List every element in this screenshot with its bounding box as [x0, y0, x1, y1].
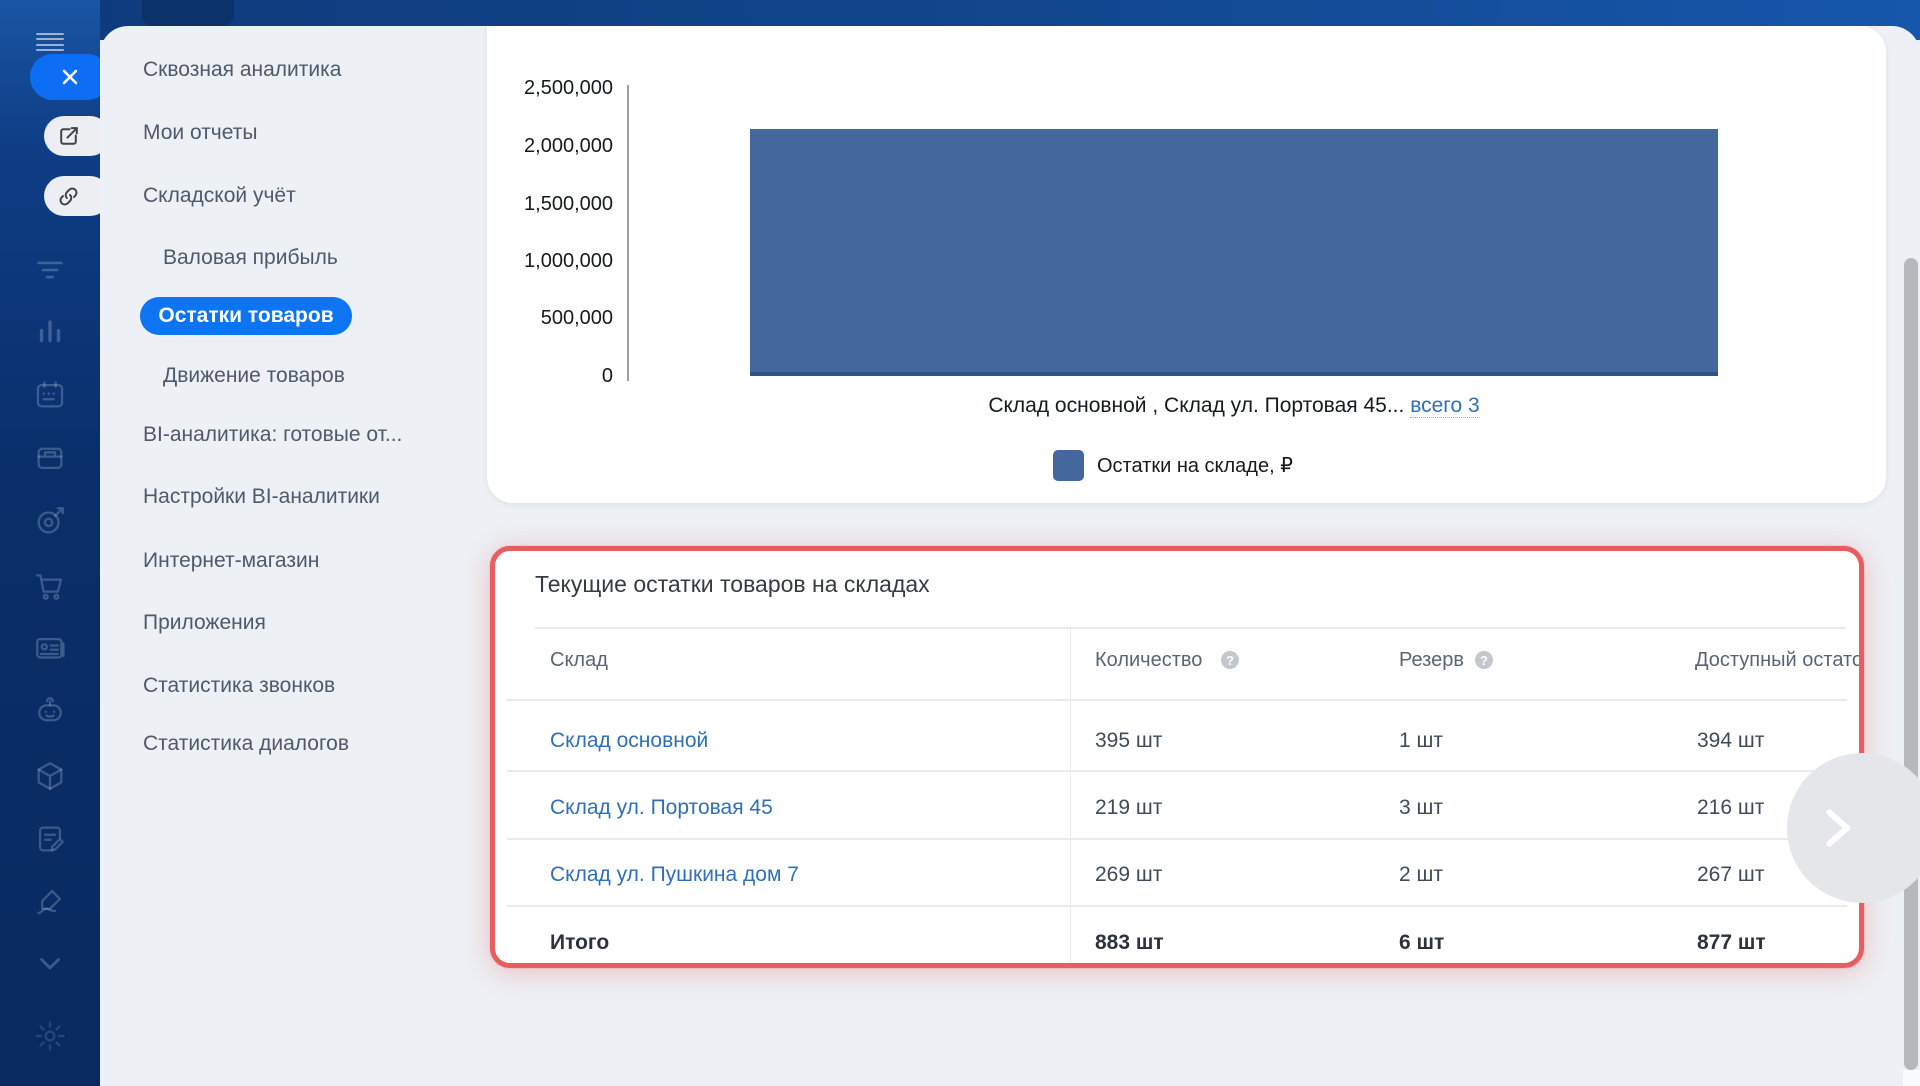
available-portovaya: 216 шт: [1697, 794, 1764, 821]
x-axis-category-label: Склад основной , Склад ул. Портовая 45..…: [750, 394, 1718, 418]
document-edit-icon: [33, 822, 67, 856]
chevron-down-icon: [33, 946, 67, 980]
legend-label: Остатки на складе, ₽: [1097, 453, 1293, 478]
y-tick-2500000: 2,500,000: [497, 75, 613, 101]
sidebar-item-sign[interactable]: [33, 884, 67, 918]
storefront-icon: [33, 441, 67, 475]
reserve-main: 1 шт: [1399, 727, 1443, 754]
available-pushkina: 267 шт: [1697, 861, 1764, 888]
warehouse-link-portovaya[interactable]: Склад ул. Портовая 45: [550, 794, 773, 821]
close-icon: [58, 65, 82, 89]
row-divider: [507, 838, 1847, 840]
legend-swatch: [1053, 450, 1084, 481]
stock-chart-card: 2,500,000 2,000,000 1,500,000 1,000,000 …: [487, 26, 1886, 503]
current-stock-panel: Текущие остатки товаров на складах Склад…: [490, 546, 1864, 968]
sidebar-item-crm-marketing[interactable]: [33, 504, 67, 538]
total-label: Итого: [550, 929, 609, 956]
sidebar-item-settings[interactable]: [33, 1019, 67, 1053]
panel-title: Текущие остатки товаров на складах: [535, 571, 930, 598]
y-tick-500000: 500,000: [497, 305, 613, 331]
y-tick-1000000: 1,000,000: [497, 248, 613, 274]
funnel-icon: [33, 253, 67, 287]
menu-item-warehouse-accounting[interactable]: Складской учёт: [143, 182, 296, 210]
col-header-reserve: Резерв: [1399, 647, 1464, 673]
active-menu-label: Остатки товаров: [158, 304, 333, 328]
qty-main: 395 шт: [1095, 727, 1162, 754]
close-panel-button[interactable]: [30, 54, 110, 100]
menu-item-my-reports[interactable]: Мои отчеты: [143, 119, 257, 147]
sidebar-item-contacts[interactable]: [33, 632, 67, 666]
reserve-help-icon[interactable]: ?: [1475, 651, 1493, 669]
bar-chart-icon: [33, 315, 67, 349]
total-qty: 883 шт: [1095, 929, 1164, 956]
column-divider: [1070, 627, 1071, 964]
qty-pushkina: 269 шт: [1095, 861, 1162, 888]
row-divider: [507, 699, 1847, 701]
y-tick-0: 0: [497, 363, 613, 389]
scrollbar-track-end: [1903, 1070, 1920, 1086]
y-axis-line: [627, 85, 629, 381]
vertical-scrollbar-thumb[interactable]: [1904, 258, 1918, 1070]
col-header-available: Доступный остаток: [1695, 647, 1864, 673]
menu-item-end-to-end-analytics[interactable]: Сквозная аналитика: [143, 56, 341, 84]
quantity-help-icon[interactable]: ?: [1221, 651, 1239, 669]
sidebar-more-toggle[interactable]: [33, 946, 67, 980]
sidebar-item-store[interactable]: [33, 441, 67, 475]
signature-icon: [33, 884, 67, 918]
sidebar-item-planner[interactable]: [33, 378, 67, 412]
link-icon: [56, 184, 81, 209]
menu-item-stock-balance-active[interactable]: Остатки товаров: [140, 297, 352, 335]
menu-item-goods-movement[interactable]: Движение товаров: [163, 362, 345, 390]
menu-item-call-statistics[interactable]: Статистика звонков: [143, 672, 335, 700]
menu-item-bi-analytics-reports[interactable]: BI-аналитика: готовые от...: [143, 421, 402, 449]
total-reserve: 6 шт: [1399, 929, 1444, 956]
warehouse-link-main[interactable]: Склад основной: [550, 727, 708, 754]
sidebar-item-analytics[interactable]: [33, 315, 67, 349]
chart-legend: Остатки на складе, ₽: [1053, 450, 1293, 481]
y-tick-2000000: 2,000,000: [497, 133, 613, 159]
sidebar-item-bots[interactable]: [33, 694, 67, 728]
contact-card-icon: [33, 632, 67, 666]
row-divider: [507, 905, 1847, 907]
available-main: 394 шт: [1697, 727, 1764, 754]
col-header-quantity: Количество: [1095, 647, 1202, 673]
settings-icon: [33, 1019, 67, 1053]
external-link-icon: [56, 124, 81, 149]
cart-icon: [33, 569, 67, 603]
package-icon: [33, 759, 67, 793]
warehouses-label: Склад основной , Склад ул. Портовая 45..…: [988, 394, 1404, 417]
total-available: 877 шт: [1697, 929, 1766, 956]
menu-item-apps[interactable]: Приложения: [143, 609, 266, 637]
stock-value-bar[interactable]: [750, 129, 1718, 376]
icon-sidebar: [0, 0, 100, 1086]
warehouse-link-pushkina[interactable]: Склад ул. Пушкина дом 7: [550, 861, 799, 888]
y-tick-1500000: 1,500,000: [497, 191, 613, 217]
sidebar-item-catalog[interactable]: [33, 759, 67, 793]
menu-item-dialog-statistics[interactable]: Статистика диалогов: [143, 730, 349, 758]
menu-item-gross-profit[interactable]: Валовая прибыль: [163, 244, 338, 272]
row-divider: [507, 770, 1847, 772]
planner-icon: [33, 378, 67, 412]
header-top-divider: [535, 627, 1845, 629]
sidebar-item-shop-cart[interactable]: [33, 569, 67, 603]
menu-item-bi-analytics-settings[interactable]: Настройки BI-аналитики: [143, 483, 380, 511]
topbar-hidden-button: [142, 0, 234, 26]
qty-portovaya: 219 шт: [1095, 794, 1162, 821]
total-warehouses-link[interactable]: всего 3: [1410, 394, 1480, 418]
reports-menu: Сквозная аналитика Мои отчеты Складской …: [100, 26, 487, 1086]
reserve-portovaya: 3 шт: [1399, 794, 1443, 821]
sidebar-item-documents[interactable]: [33, 822, 67, 856]
menu-item-online-store[interactable]: Интернет-магазин: [143, 547, 319, 575]
hamburger-menu-icon[interactable]: [36, 33, 64, 53]
col-header-warehouse: Склад: [550, 647, 608, 673]
chevron-right-icon: [1809, 801, 1863, 855]
robot-icon: [33, 694, 67, 728]
sidebar-item-funnel[interactable]: [33, 253, 67, 287]
target-icon: [33, 504, 67, 538]
reserve-pushkina: 2 шт: [1399, 861, 1443, 888]
